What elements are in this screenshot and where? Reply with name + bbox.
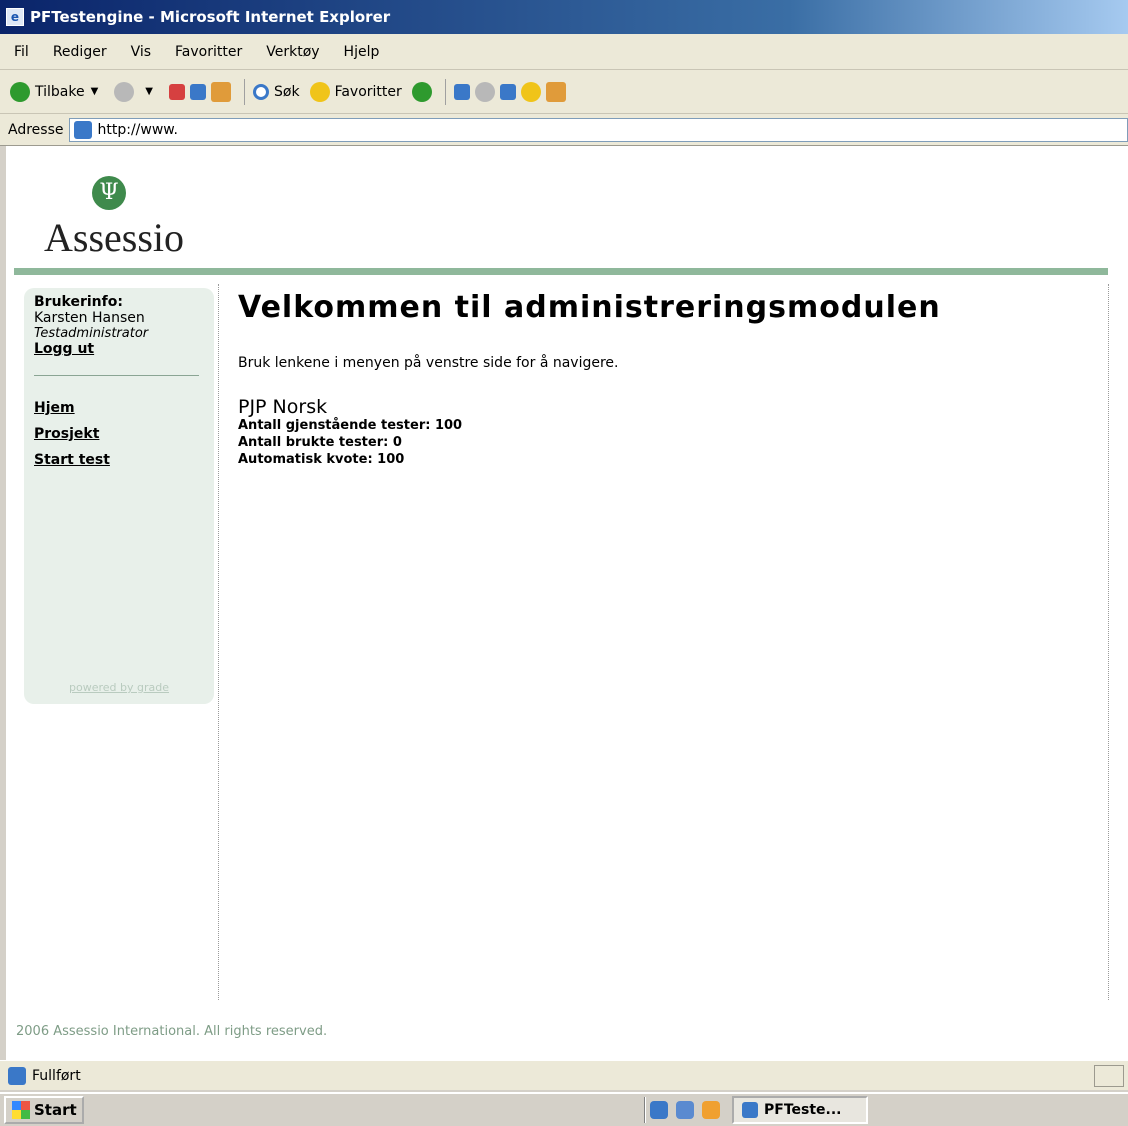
stat-auto-quota: Automatisk kvote: 100 (238, 452, 405, 467)
page-done-icon (8, 1066, 26, 1085)
nav-link-project[interactable]: Prosjekt (34, 426, 204, 442)
mail-icon[interactable] (453, 83, 470, 100)
sidebar-divider (34, 375, 199, 376)
toolbar-separator (244, 78, 245, 105)
header-divider (14, 268, 1108, 275)
back-label: Tilbake (35, 83, 85, 100)
logo-text: Assessio (44, 215, 185, 260)
menu-help[interactable]: Hjelp (344, 44, 380, 60)
windows-taskbar: Start PFTeste... (0, 1092, 1128, 1126)
user-role: Testadministrator (34, 326, 149, 341)
logout-link[interactable]: Logg ut (34, 341, 94, 357)
history-icon[interactable] (411, 81, 432, 102)
stat-remaining-tests: Antall gjenstående tester: 100 (238, 418, 463, 433)
page-icon (74, 120, 93, 139)
assessio-logo: Ψ Assessio (44, 176, 214, 266)
content-left-border (218, 284, 219, 1000)
userinfo-label: Brukerinfo: (34, 294, 123, 310)
refresh-icon[interactable] (190, 83, 206, 100)
toolbar-separator (444, 78, 446, 105)
address-input[interactable]: http://www. (69, 117, 1128, 142)
window-title: PFTestengine - Microsoft Internet Explor… (30, 8, 391, 26)
main-content: Velkommen til administreringsmodulen Bru… (238, 290, 1098, 468)
content-right-border (1108, 284, 1109, 1000)
favorites-label: Favoritter (334, 83, 402, 100)
menu-tools[interactable]: Verktøy (266, 44, 319, 60)
taskbar-window-button[interactable]: PFTeste... (732, 1096, 868, 1124)
edit-word-icon[interactable] (499, 83, 516, 100)
messenger-icon[interactable] (545, 81, 566, 102)
forward-arrow-icon (114, 81, 135, 102)
project-name: PJP Norsk (238, 396, 328, 418)
psi-logo-icon: Ψ (92, 176, 126, 210)
menu-edit[interactable]: Rediger (53, 44, 107, 60)
address-label: Adresse (8, 121, 64, 138)
back-arrow-icon (10, 81, 30, 102)
windows-flag-icon (12, 1101, 30, 1119)
nav-link-start-test[interactable]: Start test (34, 452, 204, 468)
page-title: Velkommen til administreringsmodulen (238, 290, 941, 325)
desktop-quicklaunch-icon[interactable] (676, 1101, 694, 1119)
intro-text: Bruk lenkene i menyen på venstre side fo… (238, 355, 619, 371)
start-label: Start (34, 1101, 77, 1119)
forward-button[interactable]: ▼ (114, 81, 159, 102)
back-button[interactable]: Tilbake ▼ (10, 81, 104, 102)
address-bar: Adresse http://www. (0, 114, 1128, 146)
search-label: Søk (274, 83, 300, 100)
status-text: Fullført (32, 1067, 81, 1084)
search-icon (253, 83, 269, 100)
chevron-down-icon[interactable]: ▼ (145, 86, 153, 97)
stat-used-tests: Antall brukte tester: 0 (238, 435, 402, 450)
browser-toolbar: Tilbake ▼ ▼ Søk Favoritter (0, 70, 1128, 114)
status-zone-panel (1094, 1065, 1124, 1087)
nav-link-home[interactable]: Hjem (34, 400, 204, 416)
powered-by-link[interactable]: powered by grade (24, 681, 214, 694)
discuss-icon[interactable] (520, 81, 541, 102)
stop-icon[interactable] (169, 83, 185, 100)
favorites-button[interactable]: Favoritter (309, 81, 402, 102)
start-button[interactable]: Start (4, 1096, 84, 1124)
user-name: Karsten Hansen (34, 310, 145, 326)
menu-view[interactable]: Vis (131, 44, 151, 60)
home-icon[interactable] (211, 81, 231, 102)
quicklaunch-separator (644, 1097, 646, 1123)
star-icon (309, 81, 330, 102)
copyright-footer: 2006 Assessio International. All rights … (16, 1024, 328, 1039)
media-quicklaunch-icon[interactable] (702, 1101, 720, 1119)
page-viewport: Ψ Assessio Brukerinfo: Karsten Hansen Te… (6, 146, 1128, 1060)
address-url[interactable]: http://www. (97, 122, 177, 138)
ie-icon: e (6, 8, 24, 26)
ie-icon (742, 1102, 758, 1118)
task-label: PFTeste... (764, 1102, 842, 1118)
print-icon[interactable] (474, 81, 495, 102)
menu-file[interactable]: Fil (14, 44, 29, 60)
menu-favorites[interactable]: Favoritter (175, 44, 242, 60)
menu-bar: Fil Rediger Vis Favoritter Verktøy Hjelp (0, 34, 1128, 70)
sidebar: Brukerinfo: Karsten Hansen Testadministr… (24, 288, 214, 704)
ie-quicklaunch-icon[interactable] (650, 1101, 668, 1119)
browser-statusbar: Fullført (0, 1060, 1128, 1090)
chevron-down-icon[interactable]: ▼ (91, 86, 99, 97)
window-titlebar: e PFTestengine - Microsoft Internet Expl… (0, 0, 1128, 34)
search-button[interactable]: Søk (253, 83, 300, 100)
